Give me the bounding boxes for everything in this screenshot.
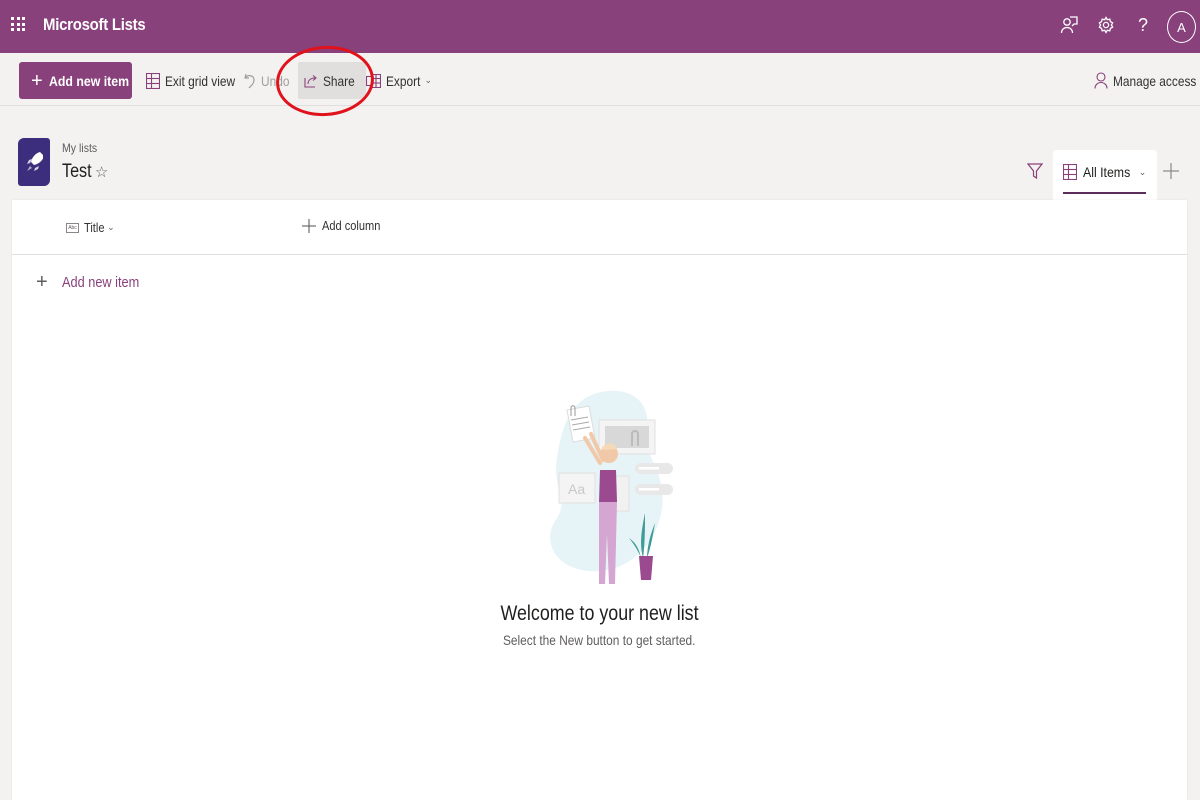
plus-icon [302, 218, 316, 233]
plus-icon: + [31, 69, 43, 92]
app-title[interactable]: Microsoft Lists [43, 15, 146, 35]
view-name: All Items [1083, 164, 1131, 180]
command-bar: + Add new item Exit grid view Undo Share… [0, 53, 1200, 106]
column-header-row: Abc Title ⌄ Add column [12, 200, 1187, 255]
view-selector-all-items[interactable]: All Items ⌄ [1053, 150, 1157, 200]
export-label: Export [386, 72, 421, 89]
share-icon [304, 74, 317, 88]
undo-label: Undo [261, 72, 290, 89]
export-button[interactable]: Export ⌄ [366, 62, 432, 99]
manage-access-button[interactable]: Manage access [1094, 62, 1200, 99]
add-new-item-link: Add new item [61, 273, 139, 291]
exit-grid-view-button[interactable]: Exit grid view [146, 62, 247, 99]
add-view-button[interactable] [1162, 162, 1180, 185]
add-column-label: Add column [322, 218, 381, 233]
share-label: Share [323, 72, 355, 89]
filter-icon[interactable] [1026, 163, 1044, 185]
empty-list-illustration: Aa [550, 390, 673, 584]
add-new-item-label: Add new item [48, 72, 129, 89]
active-view-underline [1063, 192, 1146, 194]
empty-state-heading: Welcome to your new list [500, 602, 699, 625]
exit-grid-view-label: Exit grid view [165, 72, 236, 89]
column-header-title[interactable]: Abc Title ⌄ [66, 220, 115, 235]
manage-access-label: Manage access [1113, 72, 1197, 89]
breadcrumb-my-lists[interactable]: My lists [62, 141, 97, 155]
illustration-person-pants [599, 502, 617, 584]
export-excel-icon [366, 73, 381, 88]
chevron-down-icon: ⌄ [1138, 166, 1147, 177]
text-column-type-icon: Abc [66, 222, 79, 233]
column-title-label: Title [84, 220, 105, 235]
chevron-down-icon: ⌄ [107, 222, 115, 232]
empty-state-subtext: Select the New button to get started. [503, 632, 696, 648]
grid-view-icon [1063, 164, 1077, 180]
undo-icon [244, 73, 255, 88]
person-icon [1094, 72, 1108, 89]
list-content-card: Abc Title ⌄ Add column + Add new item Aa [12, 200, 1187, 800]
page-title: Test ☆ [62, 161, 108, 183]
grid-icon [146, 72, 160, 89]
help-icon[interactable]: ? [1131, 13, 1155, 37]
app-launcher-icon[interactable] [11, 17, 25, 31]
list-title: Test [62, 161, 92, 182]
undo-button[interactable]: Undo [244, 62, 294, 99]
plus-icon [1163, 163, 1179, 179]
list-rocket-icon [18, 138, 50, 186]
feedback-icon[interactable] [1057, 13, 1081, 37]
add-new-item-button[interactable]: + Add new item [19, 62, 132, 99]
add-column-button[interactable]: Add column [302, 218, 391, 233]
plus-icon: + [36, 271, 48, 293]
illustration-plant-pot [639, 556, 653, 580]
settings-icon[interactable] [1094, 13, 1118, 37]
add-new-item-row[interactable]: + Add new item [36, 272, 153, 292]
favorite-star-icon[interactable]: ☆ [95, 163, 108, 181]
illustration-aa-text: Aa [568, 481, 585, 497]
suite-bar: Microsoft Lists ? A [0, 0, 1200, 53]
chevron-down-icon: ⌄ [424, 75, 433, 85]
share-button[interactable]: Share [298, 62, 367, 99]
illustration-person-top [599, 470, 617, 502]
avatar[interactable]: A [1167, 11, 1196, 43]
